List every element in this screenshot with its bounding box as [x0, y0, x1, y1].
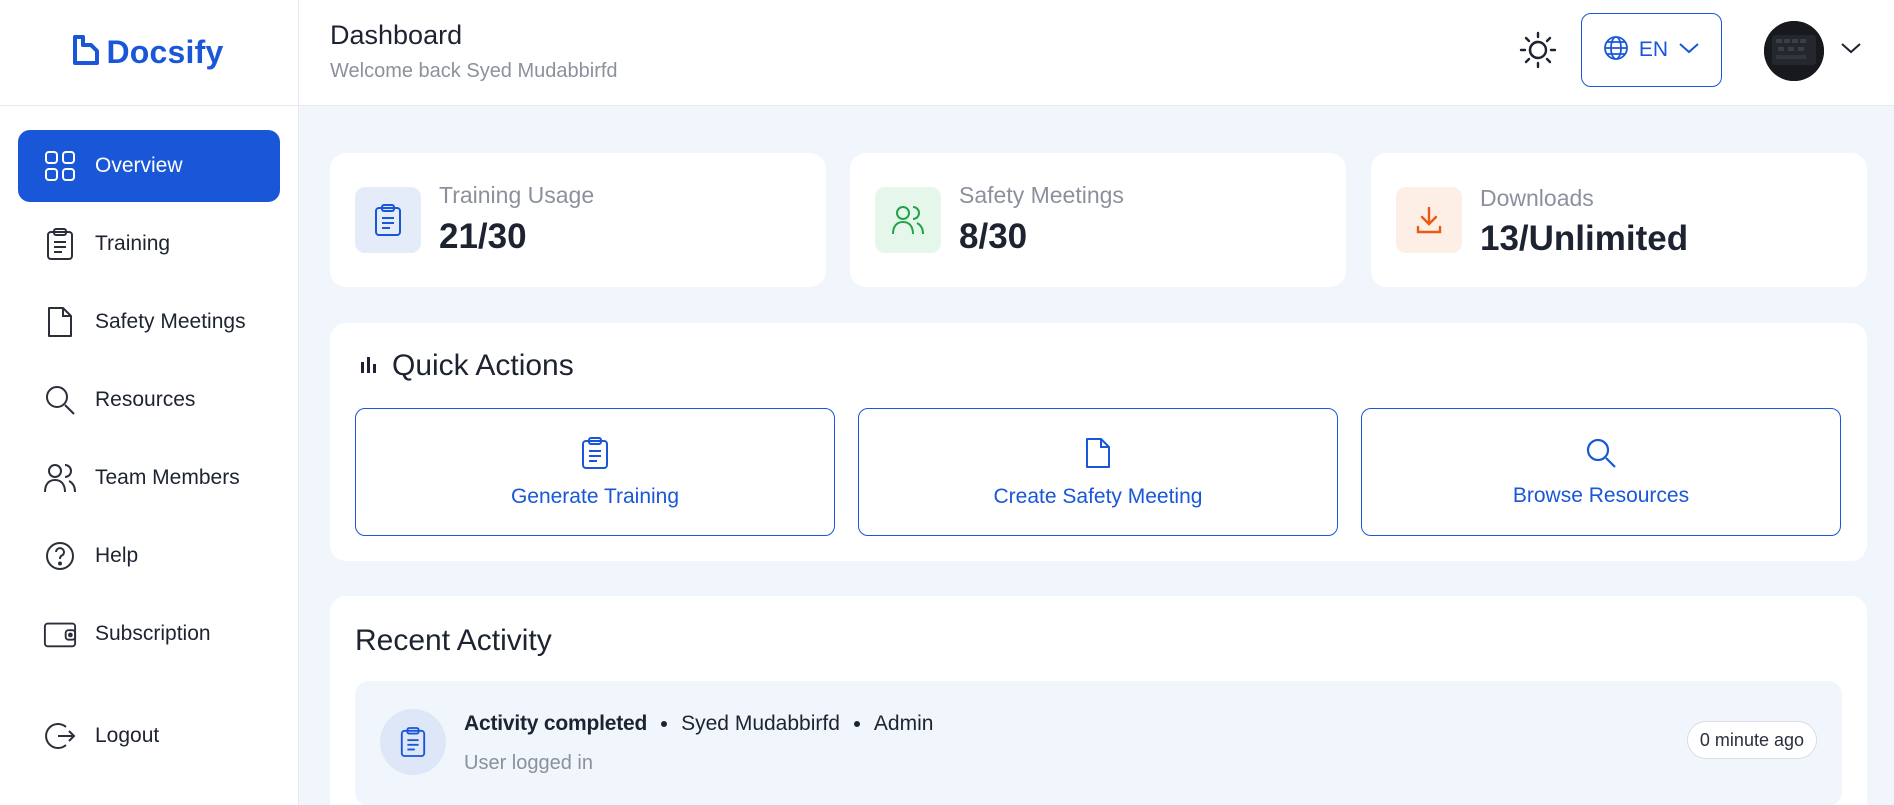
- bar-chart-icon: [360, 354, 378, 379]
- browse-resources-button[interactable]: Browse Resources: [1361, 408, 1841, 536]
- clipboard-icon: [43, 227, 77, 261]
- logout-label: Logout: [95, 724, 160, 747]
- search-icon: [43, 383, 77, 417]
- stat-card-training-usage: Training Usage 21/30: [330, 153, 826, 287]
- activity-item[interactable]: Activity completed Syed Mudabbirfd Admin…: [355, 681, 1842, 805]
- sidebar-item-resources[interactable]: Resources: [18, 364, 280, 436]
- generate-training-button[interactable]: Generate Training: [355, 408, 835, 536]
- separator-dot: [853, 721, 860, 727]
- sidebar-item-subscription[interactable]: Subscription: [18, 598, 280, 670]
- button-label: Generate Training: [510, 484, 680, 508]
- activity-meta: Activity completed Syed Mudabbirfd Admin: [464, 712, 933, 736]
- sidebar: Docsify Overview Training Safety Meeting…: [0, 0, 299, 805]
- section-title: Recent Activity: [355, 624, 552, 657]
- activity-description: User logged in: [464, 752, 593, 774]
- sidebar-item-label: Resources: [95, 388, 196, 411]
- chevron-down-icon: [1678, 41, 1700, 60]
- stat-card-safety-meetings: Safety Meetings 8/30: [850, 153, 1346, 287]
- chevron-down-icon: [1840, 41, 1862, 60]
- stat-label: Safety Meetings: [959, 182, 1124, 208]
- file-icon: [43, 305, 77, 339]
- globe-icon: [1603, 35, 1629, 66]
- stat-value: 8/30: [959, 217, 1028, 256]
- sidebar-item-label: Subscription: [95, 622, 211, 645]
- sidebar-item-label: Training: [95, 232, 171, 255]
- sidebar-item-training[interactable]: Training: [18, 208, 280, 280]
- activity-timestamp-badge: 0 minute ago: [1686, 721, 1817, 759]
- welcome-text: Welcome back Syed Mudabbirfd: [330, 60, 618, 82]
- docsify-logo-icon: [71, 34, 101, 71]
- help-circle-icon: [43, 539, 77, 573]
- sidebar-nav: Overview Training Safety Meetings Resour…: [0, 106, 298, 670]
- language-selector[interactable]: EN: [1581, 13, 1722, 87]
- logout-button[interactable]: Logout: [18, 700, 280, 772]
- clipboard-icon: [380, 709, 446, 775]
- sun-moon-icon: [1519, 31, 1557, 74]
- quick-actions-header: Quick Actions: [360, 349, 574, 383]
- language-code: EN: [1638, 38, 1669, 61]
- users-icon: [43, 461, 77, 495]
- sidebar-item-team-members[interactable]: Team Members: [18, 442, 280, 514]
- search-icon: [1585, 437, 1617, 474]
- button-label: Create Safety Meeting: [993, 484, 1203, 508]
- section-title: Quick Actions: [392, 349, 574, 382]
- sidebar-item-label: Overview: [95, 154, 183, 177]
- activity-user: Syed Mudabbirfd: [681, 712, 840, 735]
- activity-role: Admin: [873, 712, 934, 735]
- clipboard-icon: [580, 436, 610, 475]
- sidebar-item-label: Team Members: [95, 466, 240, 489]
- file-icon: [1084, 436, 1112, 475]
- sidebar-item-label: Safety Meetings: [95, 310, 246, 333]
- download-icon: [1396, 187, 1462, 253]
- stat-card-downloads: Downloads 13/Unlimited: [1371, 153, 1867, 287]
- clipboard-icon: [355, 187, 421, 253]
- page-title: Dashboard: [330, 20, 463, 50]
- stat-label: Training Usage: [439, 182, 595, 208]
- theme-toggle-button[interactable]: [1517, 31, 1559, 73]
- logout-icon: [43, 719, 77, 753]
- account-menu-chevron[interactable]: [1837, 36, 1865, 64]
- recent-activity-panel: Recent Activity Activity completed Syed …: [330, 596, 1867, 805]
- sidebar-item-label: Help: [95, 544, 139, 567]
- top-header: Dashboard Welcome back Syed Mudabbirfd E…: [299, 0, 1894, 106]
- quick-actions-panel: Quick Actions Generate Training Create S…: [330, 323, 1867, 561]
- stat-label: Downloads: [1480, 185, 1594, 211]
- sidebar-item-safety-meetings[interactable]: Safety Meetings: [18, 286, 280, 358]
- users-icon: [875, 187, 941, 253]
- activity-title: Activity completed: [464, 712, 648, 735]
- sidebar-item-help[interactable]: Help: [18, 520, 280, 592]
- brand-name: Docsify: [106, 34, 224, 70]
- stat-value: 21/30: [439, 217, 527, 256]
- stat-value: 13/Unlimited: [1480, 219, 1689, 258]
- wallet-icon: [43, 617, 77, 651]
- separator-dot: [661, 721, 668, 727]
- button-label: Browse Resources: [1512, 483, 1690, 507]
- sidebar-item-overview[interactable]: Overview: [18, 130, 280, 202]
- brand-logo[interactable]: Docsify: [0, 0, 298, 106]
- user-avatar[interactable]: [1764, 21, 1824, 81]
- create-safety-meeting-button[interactable]: Create Safety Meeting: [858, 408, 1338, 536]
- grid-icon: [43, 149, 77, 183]
